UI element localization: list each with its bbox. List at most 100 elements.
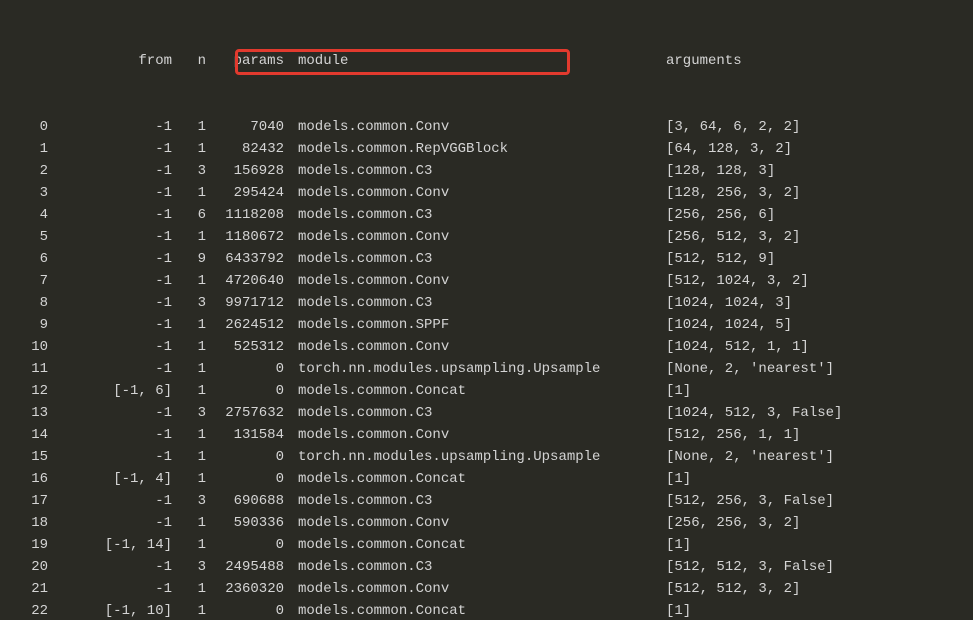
params-cell: 0 [208,358,286,380]
from-cell: -1 [50,226,174,248]
from-cell: -1 [50,292,174,314]
params-cell: 690688 [208,490,286,512]
idx-cell: 15 [2,446,50,468]
n-cell: 1 [174,578,208,600]
n-cell: 3 [174,292,208,314]
args-cell: [None, 2, 'nearest'] [666,446,971,468]
module-cell: models.common.Concat [298,468,666,490]
idx-cell: 20 [2,556,50,578]
n-cell: 6 [174,204,208,226]
args-cell: [1024, 512, 3, False] [666,402,971,424]
idx-cell: 1 [2,138,50,160]
n-cell: 1 [174,138,208,160]
idx-cell: 18 [2,512,50,534]
table-row: 13-132757632models.common.C3[1024, 512, … [2,402,971,424]
idx-cell: 11 [2,358,50,380]
module-cell: models.common.C3 [298,160,666,182]
table-row: 6-196433792models.common.C3[512, 512, 9] [2,248,971,270]
idx-cell: 8 [2,292,50,314]
params-cell: 590336 [208,512,286,534]
module-cell: models.common.C3 [298,204,666,226]
from-cell: -1 [50,314,174,336]
table-row: 11-110 torch.nn.modules.upsampling.Upsamp… [2,358,971,380]
params-cell: 6433792 [208,248,286,270]
from-cell: -1 [50,512,174,534]
idx-cell: 7 [2,270,50,292]
params-cell: 1180672 [208,226,286,248]
from-cell: -1 [50,248,174,270]
terminal-output: . from n params module arguments 0-11704… [0,0,973,620]
params-cell: 1118208 [208,204,286,226]
args-cell: [256, 256, 6] [666,204,971,226]
args-cell: [256, 256, 3, 2] [666,512,971,534]
params-cell: 2624512 [208,314,286,336]
idx-cell: 17 [2,490,50,512]
params-cell: 156928 [208,160,286,182]
n-cell: 1 [174,468,208,490]
module-cell: models.common.Conv [298,226,666,248]
from-cell: -1 [50,336,174,358]
module-cell: models.common.Conv [298,424,666,446]
idx-cell: 4 [2,204,50,226]
table-row: 5-111180672models.common.Conv[256, 512, … [2,226,971,248]
table-row: 20-132495488models.common.C3[512, 512, 3… [2,556,971,578]
from-cell: -1 [50,556,174,578]
module-cell: models.common.Conv [298,578,666,600]
module-cell: models.common.RepVGGBlock [298,138,666,160]
n-cell: 1 [174,226,208,248]
from-cell: -1 [50,358,174,380]
module-cell: models.common.Conv [298,336,666,358]
table-row: 0-117040models.common.Conv[3, 64, 6, 2, … [2,116,971,138]
params-cell: 9971712 [208,292,286,314]
from-cell: [-1, 6] [50,380,174,402]
params-cell: 525312 [208,336,286,358]
table-row: 8-139971712models.common.C3[1024, 1024, … [2,292,971,314]
args-cell: [128, 128, 3] [666,160,971,182]
from-cell: -1 [50,402,174,424]
params-cell: 4720640 [208,270,286,292]
params-cell: 131584 [208,424,286,446]
from-cell: -1 [50,270,174,292]
hdr-n: n [174,50,208,72]
n-cell: 9 [174,248,208,270]
table-row: 14-11131584models.common.Conv[512, 256, … [2,424,971,446]
args-cell: [128, 256, 3, 2] [666,182,971,204]
table-row: 7-114720640models.common.Conv[512, 1024,… [2,270,971,292]
module-cell: models.common.C3 [298,248,666,270]
from-cell: -1 [50,116,174,138]
table-header: . from n params module arguments [2,50,971,72]
table-row: 21-112360320models.common.Conv[512, 512,… [2,578,971,600]
module-cell: torch.nn.modules.upsampling.Upsample [298,358,666,380]
table-row: 22[-1, 10]10models.common.Concat[1] [2,600,971,620]
params-cell: 82432 [208,138,286,160]
args-cell: [1024, 512, 1, 1] [666,336,971,358]
idx-cell: 6 [2,248,50,270]
params-cell: 0 [208,380,286,402]
table-row: 19[-1, 14]10models.common.Concat[1] [2,534,971,556]
from-cell: -1 [50,160,174,182]
from-cell: [-1, 4] [50,468,174,490]
args-cell: [512, 256, 1, 1] [666,424,971,446]
idx-cell: 12 [2,380,50,402]
args-cell: [512, 512, 3, False] [666,556,971,578]
idx-cell: 5 [2,226,50,248]
params-cell: 2757632 [208,402,286,424]
table-row: 10-11525312models.common.Conv[1024, 512,… [2,336,971,358]
n-cell: 1 [174,358,208,380]
table-row: 12[-1, 6]10models.common.Concat[1] [2,380,971,402]
n-cell: 3 [174,556,208,578]
idx-cell: 3 [2,182,50,204]
from-cell: -1 [50,138,174,160]
idx-cell: 19 [2,534,50,556]
idx-cell: 10 [2,336,50,358]
n-cell: 3 [174,160,208,182]
module-cell: models.common.Conv [298,270,666,292]
n-cell: 1 [174,512,208,534]
module-cell: models.common.SPPF [298,314,666,336]
n-cell: 1 [174,182,208,204]
n-cell: 1 [174,424,208,446]
table-row: 17-13690688models.common.C3[512, 256, 3,… [2,490,971,512]
n-cell: 1 [174,534,208,556]
table-row: 4-161118208models.common.C3[256, 256, 6] [2,204,971,226]
params-cell: 0 [208,468,286,490]
